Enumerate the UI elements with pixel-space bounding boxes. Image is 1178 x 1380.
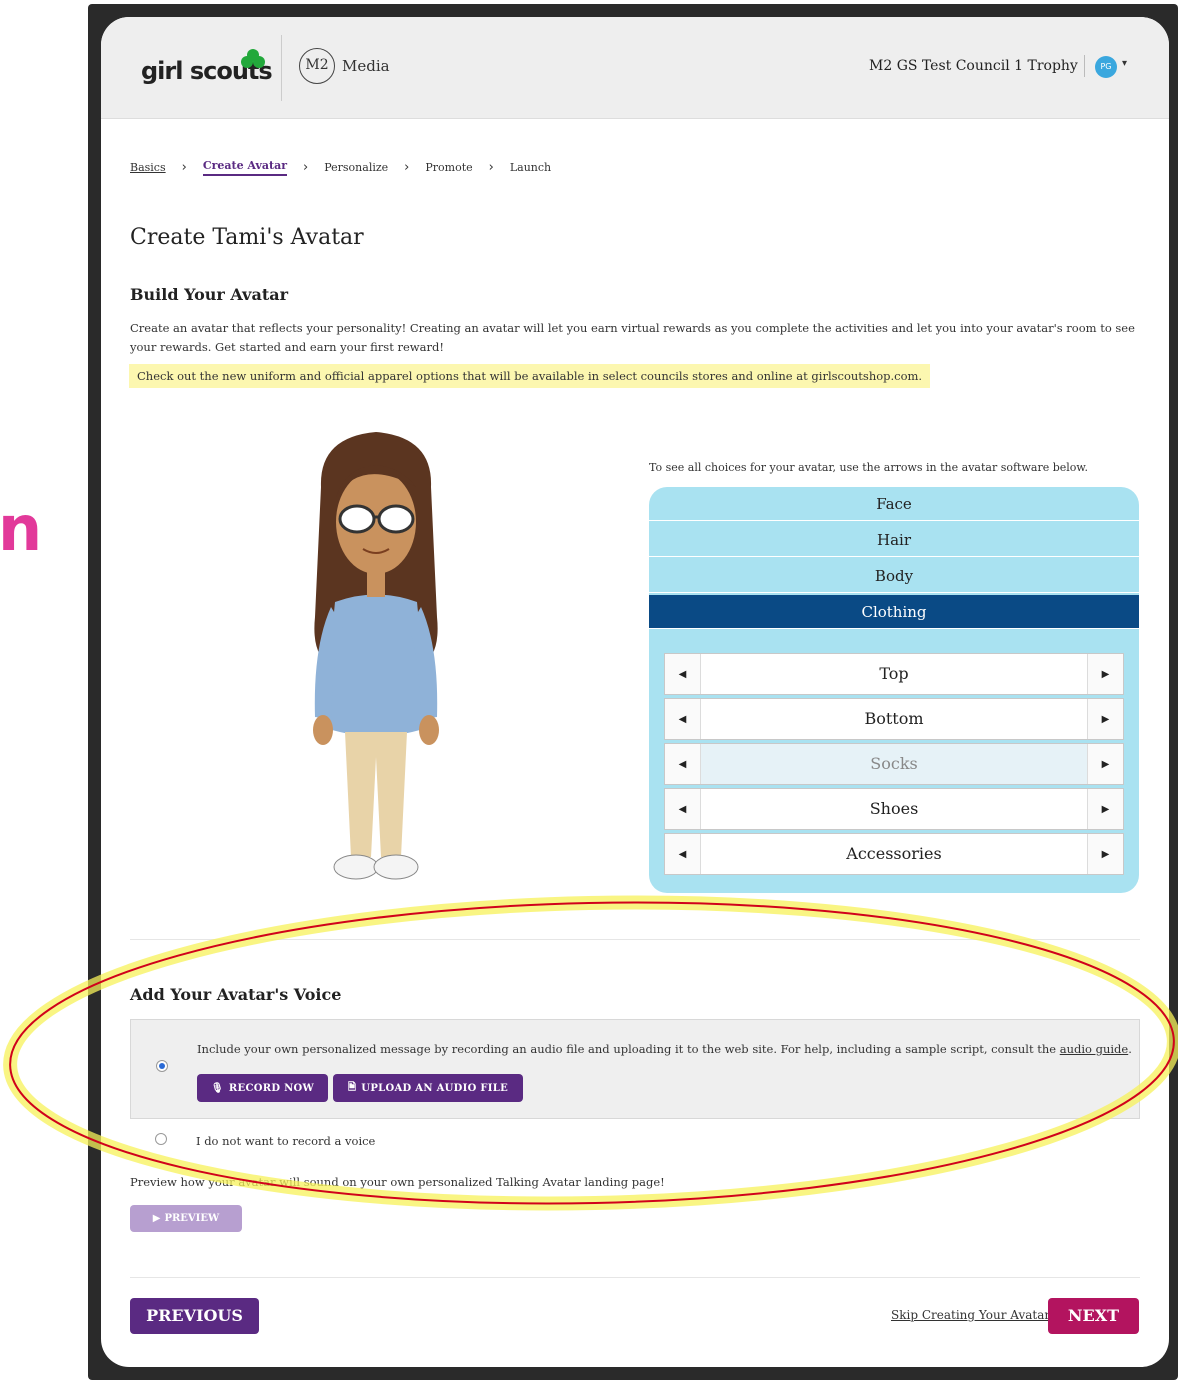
arrow-left-icon[interactable]: ◀ [665,789,701,829]
header-separator [1084,55,1085,77]
category-face[interactable]: Face [649,487,1139,521]
arrow-left-icon[interactable]: ◀ [665,654,701,694]
option-label: Bottom [864,709,924,728]
breadcrumb-basics[interactable]: Basics [130,161,166,174]
avatar-voice-heading: Add Your Avatar's Voice [130,985,342,1004]
arrow-right-icon[interactable]: ▶ [1087,654,1123,694]
chevron-right-icon: › [404,160,410,175]
play-icon: ▶ [152,1213,161,1224]
apparel-notice: Check out the new uniform and official a… [129,364,931,388]
media-label: Media [342,57,390,75]
no-voice-radio[interactable] [155,1133,167,1145]
record-voice-description: Include your own personalized message by… [197,1042,1132,1056]
breadcrumb-create-avatar[interactable]: Create Avatar [202,159,288,176]
side-letter-fragment: n [0,492,43,565]
breadcrumb-personalize: Personalize [324,161,389,174]
arrow-right-icon[interactable]: ▶ [1087,744,1123,784]
m2-logo: M2 [299,48,335,84]
previous-button[interactable]: PREVIOUS [130,1298,259,1334]
record-voice-radio[interactable] [156,1060,168,1072]
chevron-right-icon: › [303,160,309,175]
category-body[interactable]: Body [649,559,1139,593]
chevron-right-icon: › [488,160,494,175]
section-divider [130,939,1140,940]
arrow-right-icon[interactable]: ▶ [1087,699,1123,739]
category-hair[interactable]: Hair [649,523,1139,557]
audio-guide-link[interactable]: audio guide [1060,1042,1129,1056]
arrow-left-icon[interactable]: ◀ [665,744,701,784]
preview-description: Preview how your avatar will sound on yo… [130,1175,665,1189]
arrow-right-icon[interactable]: ▶ [1087,789,1123,829]
next-button[interactable]: NEXT [1048,1298,1139,1334]
council-name: M2 GS Test Council 1 Trophy [869,58,1078,74]
option-label: Shoes [869,799,919,818]
build-avatar-heading: Build Your Avatar [130,285,289,304]
option-row-shoes: ◀ Shoes ▶ [664,788,1124,830]
upload-audio-button[interactable]: 🗎 UPLOAD AN AUDIO FILE [333,1074,523,1102]
microphone-icon: 🎙 [210,1082,224,1094]
build-avatar-description: Create an avatar that reflects your pers… [130,321,1135,354]
avatar-preview [301,427,451,897]
record-now-button[interactable]: 🎙 RECORD NOW [197,1074,328,1102]
file-icon: 🗎 [347,1081,357,1093]
page-title: Create Tami's Avatar [130,225,364,250]
arrow-left-icon[interactable]: ◀ [665,834,701,874]
option-label: Accessories [846,844,942,863]
option-row-bottom: ◀ Bottom ▶ [664,698,1124,740]
user-avatar[interactable]: PG [1095,56,1117,78]
breadcrumb-promote: Promote [425,161,473,174]
option-row-top: ◀ Top ▶ [664,653,1124,695]
breadcrumb-launch: Launch [509,161,552,174]
top-header: girl scouts M2 Media M2 GS Test Council … [101,17,1169,119]
logo-divider [281,35,282,101]
trefoil-icon [241,49,265,68]
avatar-choices-hint: To see all choices for your avatar, use … [649,461,1089,474]
footer-divider [130,1277,1140,1278]
avatar-builder-panel: Face Hair Body Clothing ◀ Top ▶ ◀ Bottom… [649,487,1139,893]
no-voice-label: I do not want to record a voice [196,1134,376,1148]
arrow-right-icon[interactable]: ▶ [1087,834,1123,874]
preview-button[interactable]: ▶ PREVIEW [130,1205,242,1232]
category-clothing[interactable]: Clothing [649,595,1139,629]
chevron-right-icon: › [181,160,187,175]
option-label: Socks [870,754,918,773]
browser-window: girl scouts M2 Media M2 GS Test Council … [101,17,1169,1367]
option-label: Top [879,664,909,683]
arrow-left-icon[interactable]: ◀ [665,699,701,739]
breadcrumb: Basics › Create Avatar › Personalize › P… [130,159,551,176]
avatar-illustration [313,432,439,880]
voice-record-option-box: Include your own personalized message by… [130,1019,1140,1119]
chevron-down-icon[interactable]: ▾ [1122,58,1127,69]
option-row-socks: ◀ Socks ▶ [664,743,1124,785]
skip-avatar-link[interactable]: Skip Creating Your Avatar [891,1308,1050,1322]
option-row-accessories: ◀ Accessories ▶ [664,833,1124,875]
